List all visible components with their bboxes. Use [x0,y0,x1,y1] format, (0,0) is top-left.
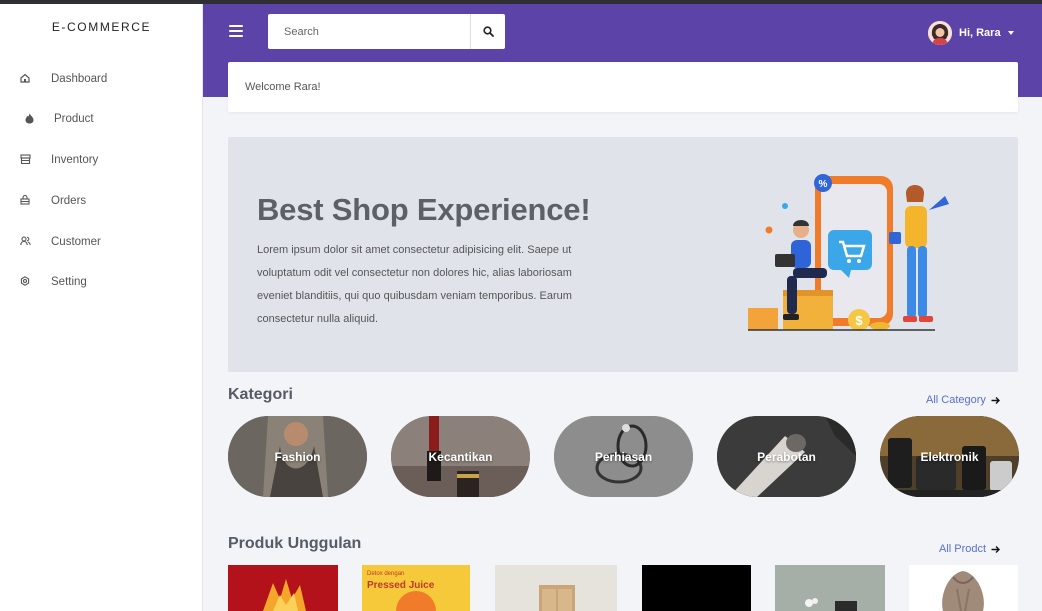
brand-logo[interactable]: E-COMMERCE [0,20,203,34]
users-icon [18,234,32,248]
welcome-text: Welcome Rara! [245,81,321,93]
product-image [775,565,885,611]
all-category-label: All Category [926,394,986,406]
all-product-link[interactable]: All Prodct [939,543,1001,555]
hero-title: Best Shop Experience! [257,192,591,227]
product-card-6[interactable] [909,565,1018,611]
sidebar-item-label: Product [54,113,94,125]
category-perhiasan[interactable]: Perhiasan [554,416,693,497]
category-label: Elektronik [920,449,979,464]
user-greeting: Hi, Rara [959,27,1001,39]
product-card-3[interactable] [495,565,617,611]
product-card-4[interactable] [642,565,751,611]
product-caption-top: Detox dengan [367,571,405,577]
sidebar-item-dashboard[interactable]: Dashboard [0,64,203,94]
category-elektronik[interactable]: Elektronik [880,416,1019,497]
product-card-5[interactable] [775,565,885,611]
categories-title: Kategori [228,386,293,403]
storefront-icon [18,152,32,166]
product-caption-main: Pressed Juice [367,580,435,591]
flame-icon [22,111,36,125]
sidebar-item-product[interactable]: Product [0,104,203,134]
product-card-1[interactable] [228,565,338,611]
category-label: Perhiasan [594,449,653,464]
search-icon [482,26,494,37]
welcome-card: Welcome Rara! [228,62,1018,112]
shopping-illustration: % $ [748,174,949,331]
sidebar-item-customer[interactable]: Customer [0,227,203,257]
category-kecantikan[interactable]: Kecantikan [391,416,530,497]
product-image [228,565,338,611]
arrow-right-icon [991,545,1001,553]
search-input[interactable] [268,14,470,49]
chevron-down-icon [1007,31,1014,35]
product-image [495,565,617,611]
sidebar-item-label: Setting [51,276,87,288]
category-perabotan[interactable]: Perabotan [717,416,856,497]
hero-text: Lorem ipsum dolor sit amet consectetur a… [257,244,572,325]
category-label: Fashion [274,449,321,464]
avatar [928,21,952,45]
category-label: Kecantikan [428,449,493,464]
home-icon [18,71,32,85]
category-fashion[interactable]: Fashion [228,416,367,497]
gear-icon [18,274,32,288]
sidebar-item-inventory[interactable]: Inventory [0,145,203,175]
sidebar-item-label: Inventory [51,154,99,166]
all-category-link[interactable]: All Category [926,394,1000,406]
arrow-right-icon [991,396,1000,404]
search-button[interactable] [470,14,505,49]
sidebar-item-setting[interactable]: Setting [0,267,203,297]
svg-text:%: % [819,179,828,190]
category-label: Perabotan [757,449,816,464]
product-card-2[interactable]: Detox dengan Pressed Juice [362,565,470,611]
sidebar: E-COMMERCE Dashboard Product Inventory O… [0,4,203,611]
search-bar [268,14,505,49]
menu-icon[interactable] [229,25,243,37]
user-menu[interactable]: Hi, Rara [928,20,1014,46]
hero-banner: Best Shop Experience! Lorem ipsum dolor … [228,137,1018,372]
product-image [909,565,1018,611]
all-product-label: All Prodct [939,543,987,555]
sidebar-item-orders[interactable]: Orders [0,186,203,216]
svg-text:$: $ [855,313,863,328]
products-title: Produk Unggulan [228,535,362,552]
sidebar-item-label: Orders [51,195,87,207]
sidebar-item-label: Dashboard [51,73,108,85]
sidebar-item-label: Customer [51,236,101,248]
basket-icon [18,193,32,207]
